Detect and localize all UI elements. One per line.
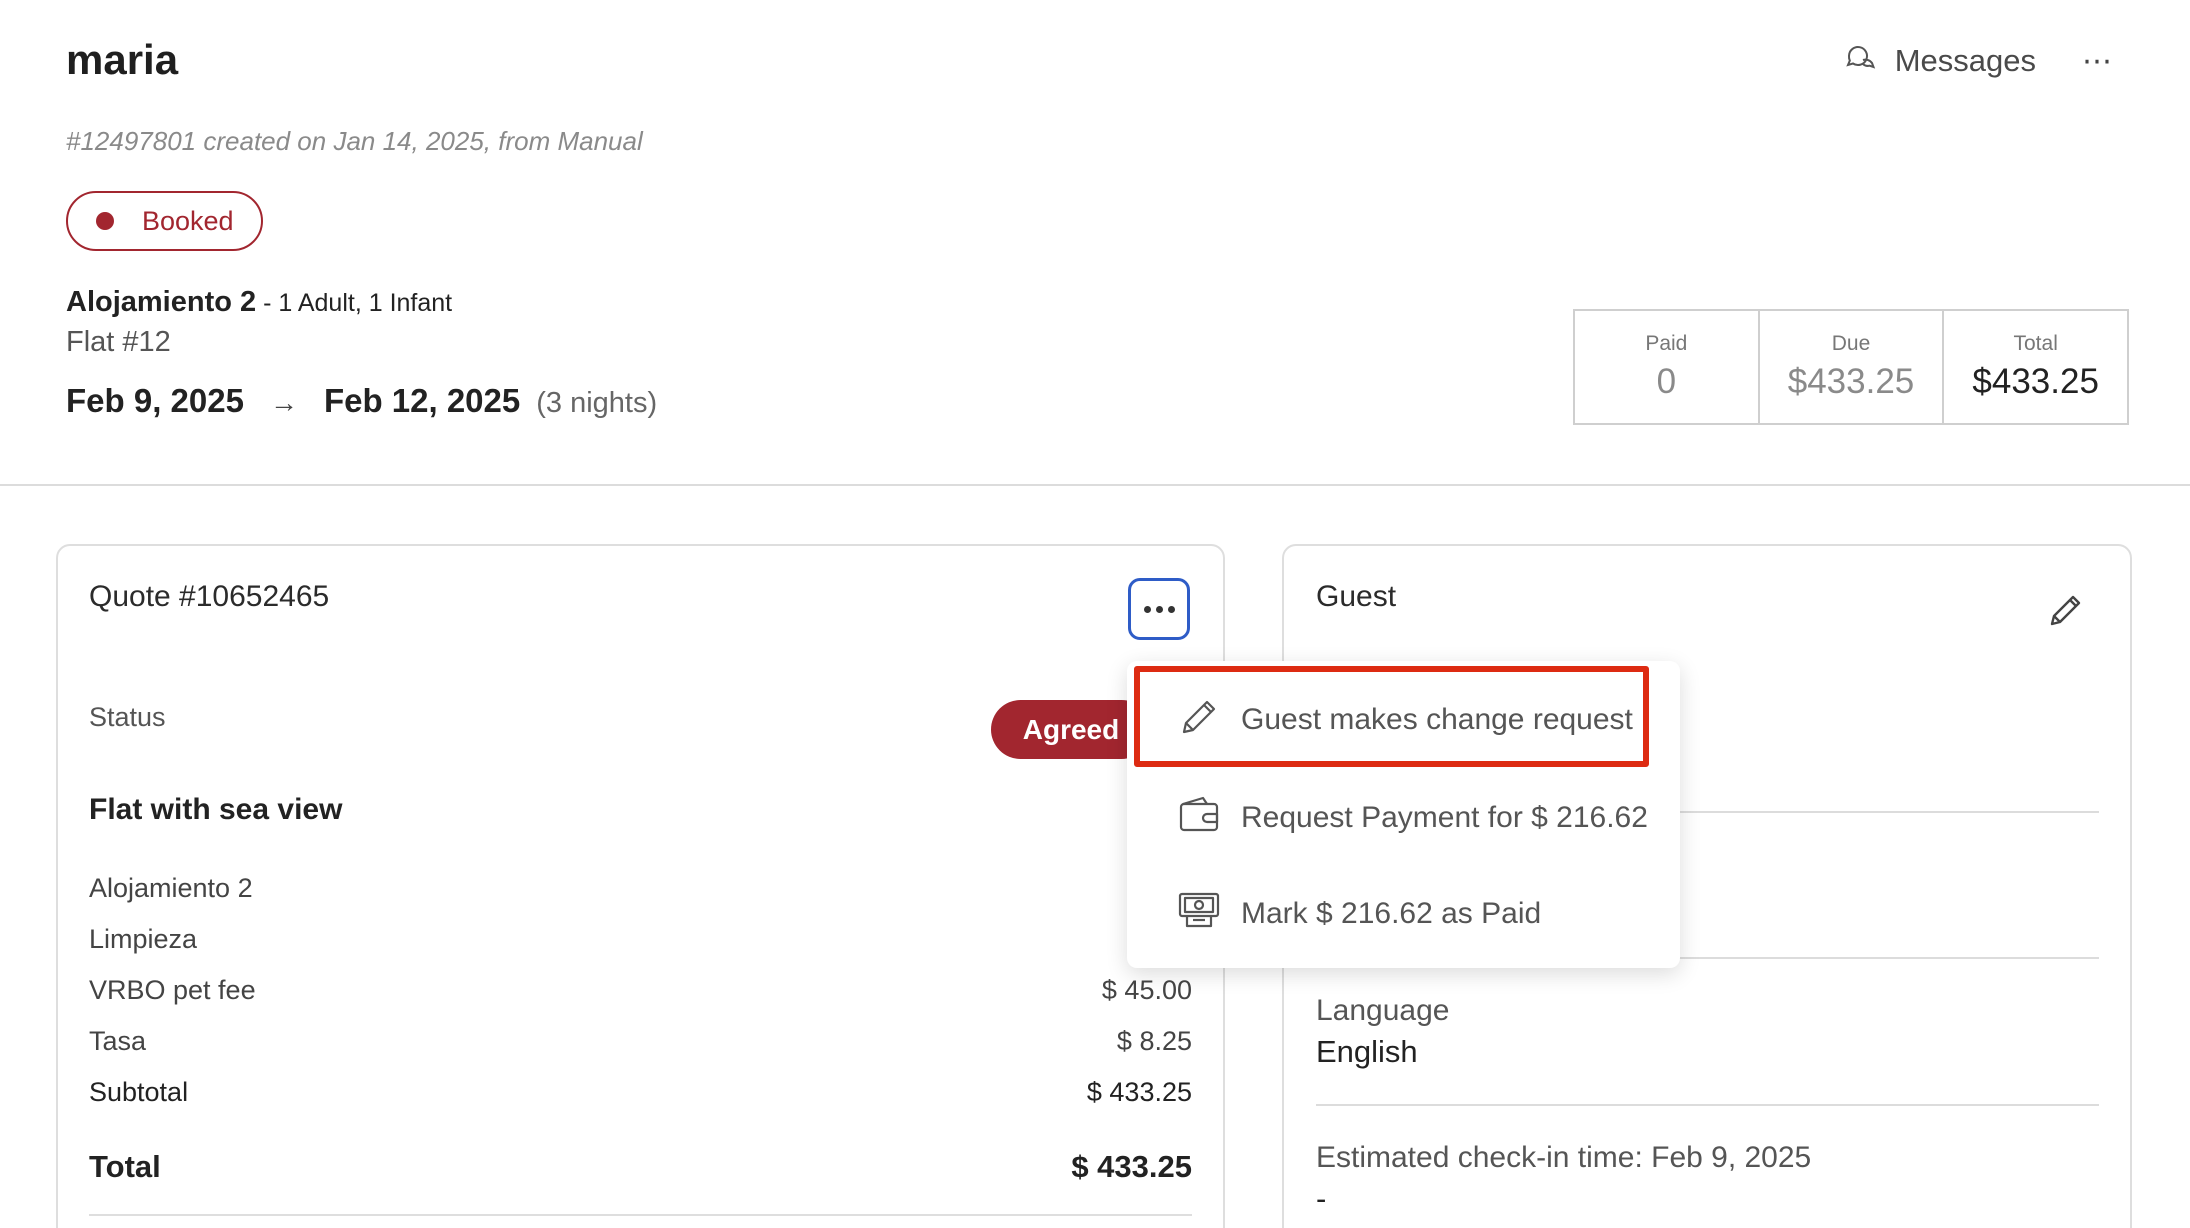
- quote-title: Quote #10652465: [89, 580, 330, 613]
- line-item-label: VRBO pet fee: [89, 975, 256, 1005]
- cash-icon: [1177, 888, 1221, 940]
- stay-dates: Feb 9, 2025 → Feb 12, 2025 (3 nights): [66, 382, 657, 420]
- dot-icon: [1155, 605, 1163, 613]
- booking-status-badge: Booked: [66, 191, 263, 251]
- occupancy: - 1 Adult, 1 Infant: [256, 289, 453, 317]
- wallet-icon: [1177, 792, 1221, 844]
- subtotal-row: Subtotal $ 433.25: [89, 1077, 1192, 1108]
- arrow-right-icon: →: [269, 387, 298, 418]
- header-actions: Messages ⋯: [1843, 40, 2114, 82]
- line-item: Tasa $ 8.25: [89, 1026, 1192, 1057]
- menu-item-mark-paid[interactable]: Mark $ 216.62 as Paid: [1127, 868, 1680, 960]
- menu-item-label: Request Payment for $ 216.62: [1241, 801, 1648, 834]
- line-item-label: Tasa: [89, 1026, 147, 1056]
- menu-item-label: Guest makes change request: [1241, 703, 1633, 736]
- line-item-amount: $ 45.00: [1101, 975, 1192, 1005]
- quote-options-button[interactable]: [1128, 578, 1190, 640]
- quote-options-menu: Guest makes change request Request Payme…: [1127, 661, 1680, 968]
- due-value: $433.25: [1787, 362, 1915, 401]
- quote-divider: [89, 1214, 1192, 1216]
- line-item-amount: $ 8.25: [1116, 1026, 1192, 1056]
- due-cell: Due $433.25: [1760, 311, 1945, 423]
- pencil-icon[interactable]: [2046, 590, 2086, 630]
- section-divider: [0, 484, 2190, 486]
- language-value: English: [1316, 1034, 1418, 1069]
- subtotal-value: $ 433.25: [1086, 1077, 1192, 1107]
- checkin-time-value: -: [1316, 1181, 1327, 1216]
- line-item-label: Limpieza: [89, 924, 198, 954]
- payment-summary: Paid 0 Due $433.25 Total $433.25: [1573, 309, 2129, 425]
- chat-bubble-icon: [1843, 40, 1877, 82]
- line-item: Limpieza $: [89, 924, 1192, 955]
- flat-name: Flat #12: [66, 326, 171, 358]
- messages-button[interactable]: Messages: [1843, 40, 2036, 82]
- subtotal-label: Subtotal: [89, 1077, 189, 1107]
- total-row: Total $ 433.25: [89, 1149, 1192, 1185]
- unit-name: Alojamiento 2: [66, 286, 257, 318]
- dot-icon: [1167, 605, 1175, 613]
- paid-value: 0: [1656, 362, 1677, 401]
- checkin-date: Feb 9, 2025: [66, 382, 244, 419]
- more-options-icon[interactable]: ⋯: [2082, 44, 2114, 79]
- quote-total-value: $ 433.25: [1071, 1149, 1192, 1184]
- paid-cell: Paid 0: [1575, 311, 1760, 423]
- total-value: $433.25: [1972, 362, 2099, 401]
- language-label: Language: [1316, 994, 1450, 1027]
- line-item-label: Alojamiento 2: [89, 873, 253, 903]
- total-label: Total: [2013, 332, 2058, 355]
- guest-divider: [1316, 1104, 2099, 1106]
- created-info: #12497801 created on Jan 14, 2025, from …: [66, 126, 643, 156]
- menu-item-label: Mark $ 216.62 as Paid: [1241, 897, 1542, 930]
- checkin-time-label: Estimated check-in time: Feb 9, 2025: [1316, 1141, 1812, 1174]
- line-item: VRBO pet fee $ 45.00: [89, 975, 1192, 1006]
- reservation-page: maria Messages ⋯ #12497801 created on Ja…: [0, 0, 2190, 1228]
- guest-name-title: maria: [66, 36, 179, 83]
- due-label: Due: [1831, 332, 1871, 355]
- guest-card-title: Guest: [1316, 580, 1397, 613]
- menu-item-change-request[interactable]: Guest makes change request: [1127, 674, 1680, 766]
- checkout-date: Feb 12, 2025: [323, 382, 521, 419]
- messages-label: Messages: [1894, 43, 2036, 78]
- quote-total-label: Total: [89, 1149, 161, 1184]
- quote-status-label: Status: [89, 702, 166, 732]
- total-cell: Total $433.25: [1944, 311, 2127, 423]
- paid-label: Paid: [1645, 332, 1688, 355]
- status-dot-icon: [96, 212, 114, 230]
- status-label: Booked: [142, 205, 234, 236]
- line-item: Alojamiento 2 $ 3: [89, 873, 1192, 904]
- unit-line: Alojamiento 2 - 1 Adult, 1 Infant: [66, 286, 452, 319]
- dot-icon: [1143, 605, 1151, 613]
- room-type-title: Flat with sea view: [89, 793, 343, 826]
- menu-item-request-payment[interactable]: Request Payment for $ 216.62: [1127, 772, 1680, 864]
- pencil-icon: [1177, 694, 1221, 746]
- nights-count: (3 nights): [536, 387, 658, 419]
